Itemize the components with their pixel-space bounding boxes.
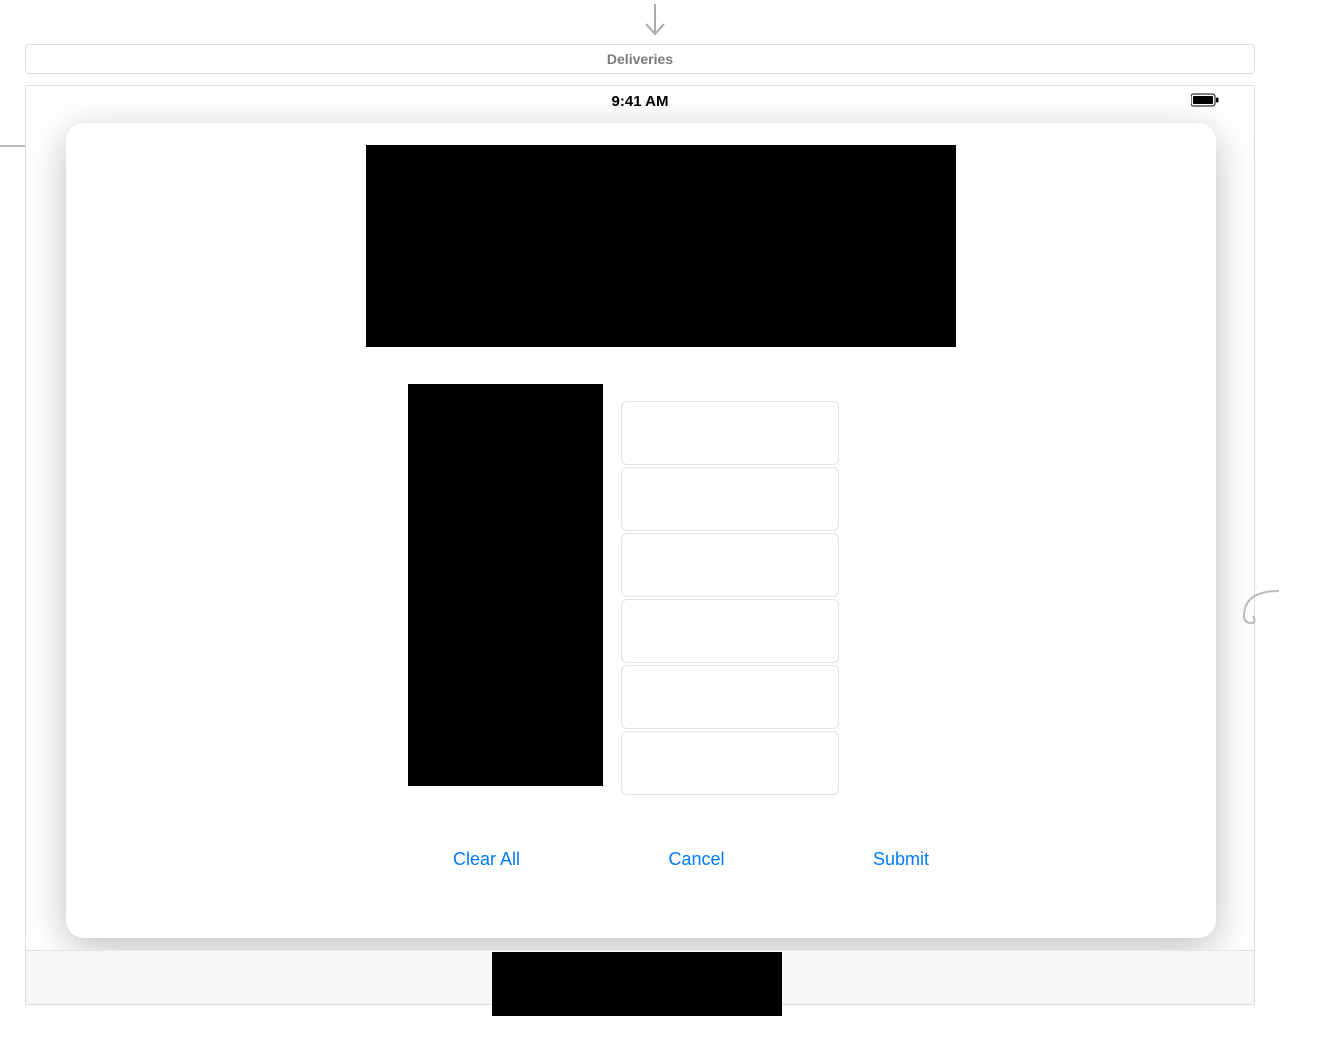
redacted-region-top [366, 145, 956, 347]
status-bar: 9:41 AM [26, 90, 1254, 112]
submit-button[interactable]: Submit [861, 843, 941, 876]
device-frame: 9:41 AM Clear All Cancel Submit [25, 85, 1255, 1005]
text-field-3[interactable] [621, 533, 839, 597]
header-title: Deliveries [607, 51, 673, 67]
arrow-down-annotation [640, 2, 670, 38]
header-bar[interactable]: Deliveries [25, 44, 1255, 74]
redacted-region-side [408, 384, 603, 786]
text-field-2[interactable] [621, 467, 839, 531]
form-fields [621, 401, 901, 797]
button-row: Clear All Cancel Submit [441, 843, 941, 876]
modal-dialog: Clear All Cancel Submit [66, 123, 1216, 938]
cancel-button[interactable]: Cancel [656, 843, 736, 876]
text-field-1[interactable] [621, 401, 839, 465]
text-field-4[interactable] [621, 599, 839, 663]
clear-all-button[interactable]: Clear All [441, 843, 532, 876]
battery-icon [1191, 93, 1219, 107]
annotation-curve-right [1229, 581, 1279, 631]
text-field-6[interactable] [621, 731, 839, 795]
text-field-5[interactable] [621, 665, 839, 729]
status-time: 9:41 AM [612, 93, 669, 110]
redacted-region-bottom [492, 952, 782, 1016]
